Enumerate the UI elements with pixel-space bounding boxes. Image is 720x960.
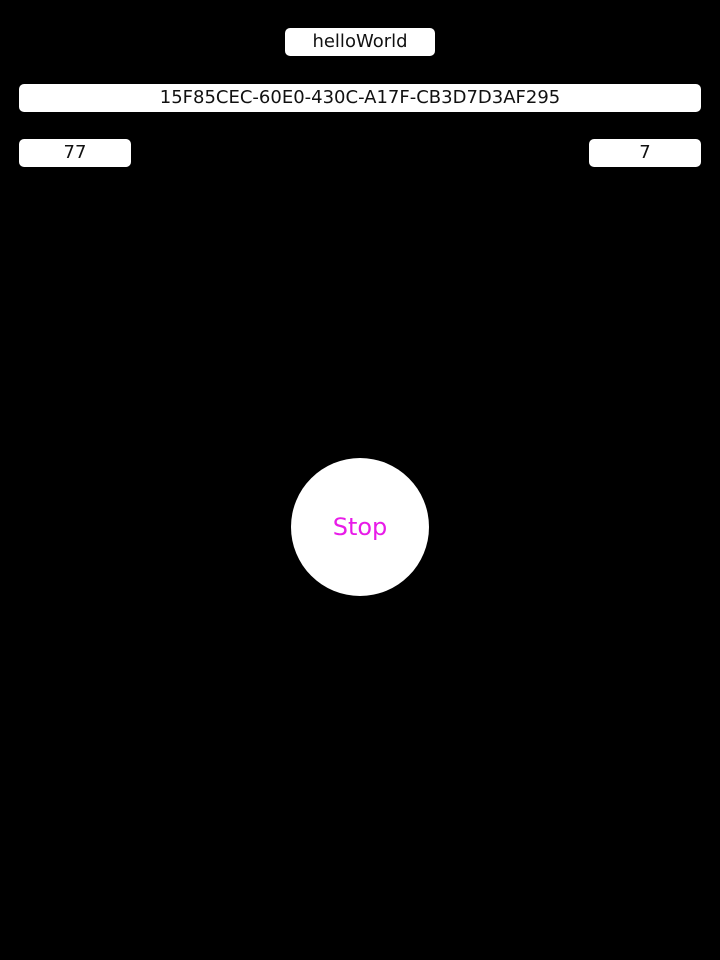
uuid-field[interactable]: 15F85CEC-60E0-430C-A17F-CB3D7D3AF295 <box>19 84 701 112</box>
right-value-field[interactable]: 7 <box>589 139 701 167</box>
stop-button[interactable]: Stop <box>291 458 429 596</box>
left-value-field[interactable]: 77 <box>19 139 131 167</box>
name-field[interactable]: helloWorld <box>285 28 435 56</box>
